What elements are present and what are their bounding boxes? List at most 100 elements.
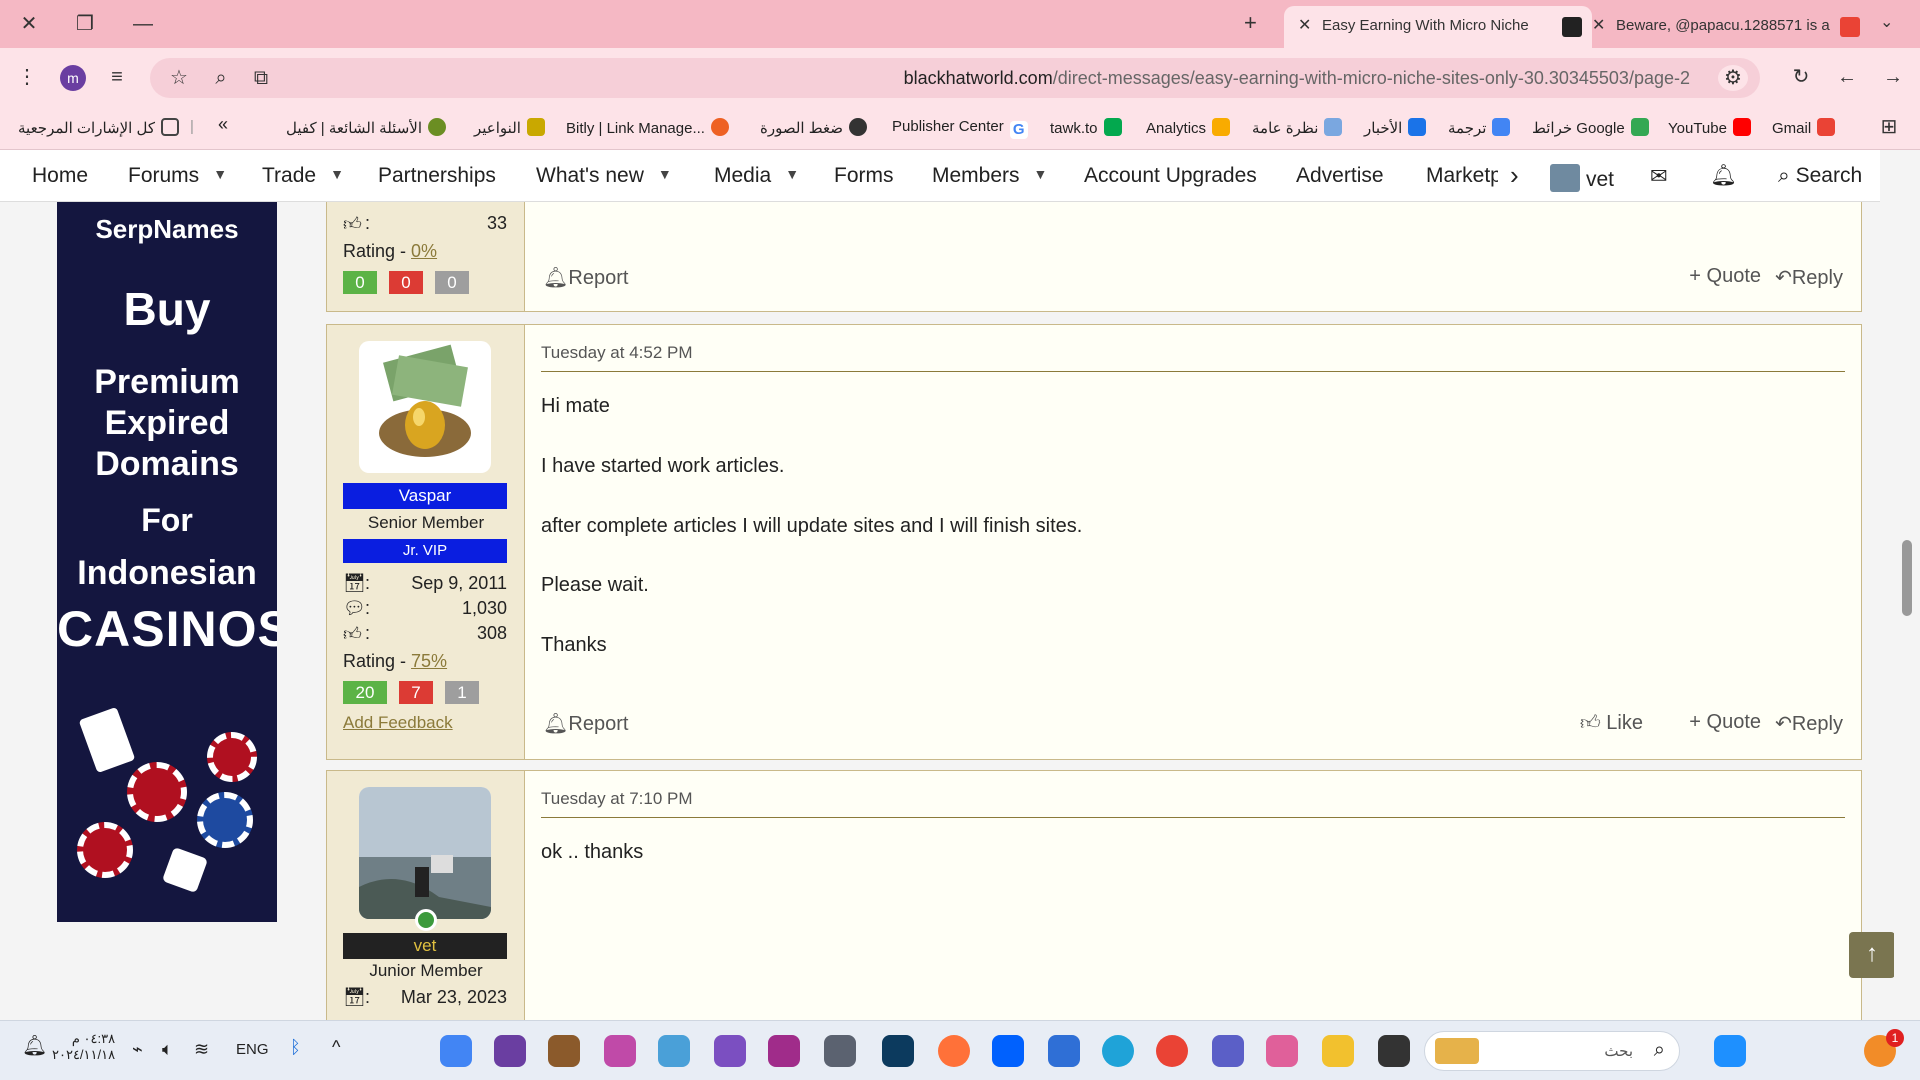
copilot-icon[interactable] — [1266, 1035, 1298, 1067]
nav-media[interactable]: Media ▼ — [714, 164, 799, 188]
nav-forms[interactable]: Forms — [834, 164, 894, 188]
wifi-icon[interactable]: ≋ — [194, 1039, 209, 1060]
nav-marketplace[interactable]: Marketp — [1426, 164, 1498, 188]
bookmark-youtube[interactable]: YouTube — [1668, 118, 1751, 137]
quote-button[interactable]: + Quote — [1689, 711, 1761, 734]
alerts-bell-icon[interactable]: 🔔︎ — [1710, 164, 1737, 188]
tab-beware[interactable]: ✕ Beware, @papacu.1288571 is a — [1578, 6, 1870, 48]
chrome-profile-icon[interactable] — [658, 1035, 690, 1067]
bookmark-nawaeer[interactable]: النواعير — [474, 118, 545, 137]
more-bookmarks-icon[interactable]: « — [218, 114, 228, 135]
profile-avatar[interactable]: m — [60, 65, 86, 91]
report-button[interactable]: 🔔︎Report — [543, 711, 628, 736]
nav-search[interactable]: ⌕ Search — [1778, 164, 1862, 188]
taskbar-search[interactable]: بحث ⌕ — [1424, 1031, 1680, 1071]
scrollbar-thumb[interactable] — [1902, 540, 1912, 616]
username[interactable]: Vaspar — [343, 483, 507, 509]
quote-button[interactable]: + Quote — [1689, 265, 1761, 288]
post-date[interactable]: Tuesday at 4:52 PM — [541, 343, 693, 363]
nav-scroll-right-icon[interactable]: › — [1510, 160, 1519, 191]
bookmark-translate[interactable]: ترجمة — [1448, 118, 1511, 137]
post-date[interactable]: Tuesday at 7:10 PM — [541, 789, 693, 809]
scroll-to-top-button[interactable]: ↑ — [1849, 932, 1895, 978]
bookmark-gmail[interactable]: Gmail — [1772, 118, 1836, 137]
report-button[interactable]: 🔔︎Report — [543, 265, 628, 290]
rating-link[interactable]: 75% — [411, 651, 447, 671]
teams-icon[interactable] — [1212, 1035, 1244, 1067]
chevron-down-icon[interactable]: ▼ — [785, 166, 799, 182]
reply-button[interactable]: ↶Reply — [1775, 711, 1843, 736]
nav-account-upgrades[interactable]: Account Upgrades — [1084, 164, 1257, 188]
chrome-profile-icon[interactable] — [824, 1035, 856, 1067]
dropbox-icon[interactable] — [992, 1035, 1024, 1067]
chrome-profile-icon[interactable] — [548, 1035, 580, 1067]
apps-grid-icon[interactable]: ⊞ — [1876, 114, 1902, 140]
site-settings-icon[interactable]: ⚙ — [1718, 65, 1748, 91]
nav-home[interactable]: Home — [32, 164, 88, 188]
language-indicator[interactable]: ENG — [236, 1041, 269, 1058]
all-bookmarks[interactable]: كل الإشارات المرجعية — [18, 118, 179, 137]
new-tab-icon[interactable]: + — [1244, 10, 1257, 36]
close-tab-icon[interactable]: ✕ — [1592, 6, 1605, 46]
reply-button[interactable]: ↶Reply — [1775, 265, 1843, 290]
nav-advertise[interactable]: Advertise — [1296, 164, 1384, 188]
chrome-icon[interactable] — [1156, 1035, 1188, 1067]
nav-forums[interactable]: Forums ▼ — [128, 164, 227, 188]
file-explorer-icon[interactable] — [1322, 1035, 1354, 1067]
chevron-down-icon[interactable]: ▼ — [213, 166, 227, 182]
nav-user-menu[interactable]: vet — [1550, 164, 1614, 192]
inbox-envelope-icon[interactable]: ✉ — [1650, 164, 1668, 189]
volume-icon[interactable]: 🔈︎ — [162, 1039, 173, 1060]
bookmark-compress-image[interactable]: ضغط الصورة — [760, 118, 867, 137]
bookmark-overview[interactable]: نظرة عامة — [1252, 118, 1343, 137]
minimize-window-icon[interactable]: — — [128, 10, 158, 38]
like-button[interactable]: 👍︎ Like — [1580, 711, 1643, 735]
rating-link[interactable]: 0% — [411, 241, 437, 261]
show-hidden-icons[interactable]: ^ — [332, 1037, 340, 1058]
bookmark-tawk[interactable]: tawk.to — [1050, 118, 1122, 137]
nav-trade[interactable]: Trade ▼ — [262, 164, 344, 188]
battery-icon[interactable]: ⌁ — [132, 1039, 143, 1060]
chevron-down-icon[interactable]: ▼ — [1034, 166, 1048, 182]
install-app-icon[interactable]: ⧉ — [248, 65, 274, 91]
rating-negative[interactable]: 7 — [399, 681, 433, 704]
chrome-profile-icon[interactable] — [714, 1035, 746, 1067]
close-tab-icon[interactable]: ✕ — [1298, 6, 1311, 46]
start-windows-icon[interactable] — [1714, 1035, 1746, 1067]
firefox-icon[interactable] — [938, 1035, 970, 1067]
zoom-icon[interactable]: ⌕ — [208, 65, 234, 91]
edge-icon[interactable] — [1102, 1035, 1134, 1067]
clock[interactable]: ٠٤:٣٨ م ٢٠٢٤/١١/١٨ — [52, 1031, 115, 1063]
rating-positive[interactable]: 0 — [343, 271, 377, 294]
url-text[interactable]: blackhatworld.com/direct-messages/easy-e… — [904, 68, 1690, 89]
close-window-icon[interactable]: ✕ — [14, 10, 44, 38]
nav-whats-new[interactable]: What's new ▼ — [536, 164, 672, 188]
restore-window-icon[interactable]: ❐ — [70, 10, 100, 38]
bookmark-faq[interactable]: الأسئلة الشائعة | كفيل — [286, 118, 446, 137]
rating-neutral[interactable]: 0 — [435, 271, 469, 294]
add-feedback-link[interactable]: Add Feedback — [343, 713, 453, 733]
media-controls-icon[interactable]: ≡ — [104, 64, 130, 90]
rating-positive[interactable]: 20 — [343, 681, 387, 704]
nav-partnerships[interactable]: Partnerships — [378, 164, 496, 188]
nav-members[interactable]: Members ▼ — [932, 164, 1047, 188]
bookmark-maps[interactable]: خرائط Google — [1532, 118, 1649, 137]
chrome-profile-icon[interactable] — [494, 1035, 526, 1067]
address-bar[interactable]: ☆ ⌕ ⧉ blackhatworld.com/direct-messages/… — [150, 58, 1760, 98]
tab-easy-earning[interactable]: ✕ Easy Earning With Micro Niche — [1284, 6, 1592, 48]
back-arrow-icon[interactable]: ← — [1834, 64, 1860, 90]
username[interactable]: vet — [343, 933, 507, 959]
user-avatar[interactable] — [359, 341, 491, 473]
page-scrollbar[interactable] — [1894, 150, 1920, 1020]
menu-dots-icon[interactable]: ⋮ — [14, 64, 40, 90]
bookmark-bitly[interactable]: Bitly | Link Manage... — [566, 118, 729, 137]
chevron-down-icon[interactable]: ▼ — [330, 166, 344, 182]
bookmark-star-icon[interactable]: ☆ — [166, 65, 192, 91]
rating-neutral[interactable]: 1 — [445, 681, 479, 704]
tab-search-dropdown-icon[interactable]: ⌄ — [1880, 12, 1893, 32]
app-icon[interactable] — [1378, 1035, 1410, 1067]
app-icon[interactable] — [882, 1035, 914, 1067]
bookmark-publisher-center[interactable]: Publisher Center G — [892, 118, 1028, 139]
sidebar-advertisement[interactable]: SerpNames Buy Premium Expired Domains For … — [57, 202, 277, 922]
bookmark-news[interactable]: الأخبار — [1364, 118, 1427, 137]
